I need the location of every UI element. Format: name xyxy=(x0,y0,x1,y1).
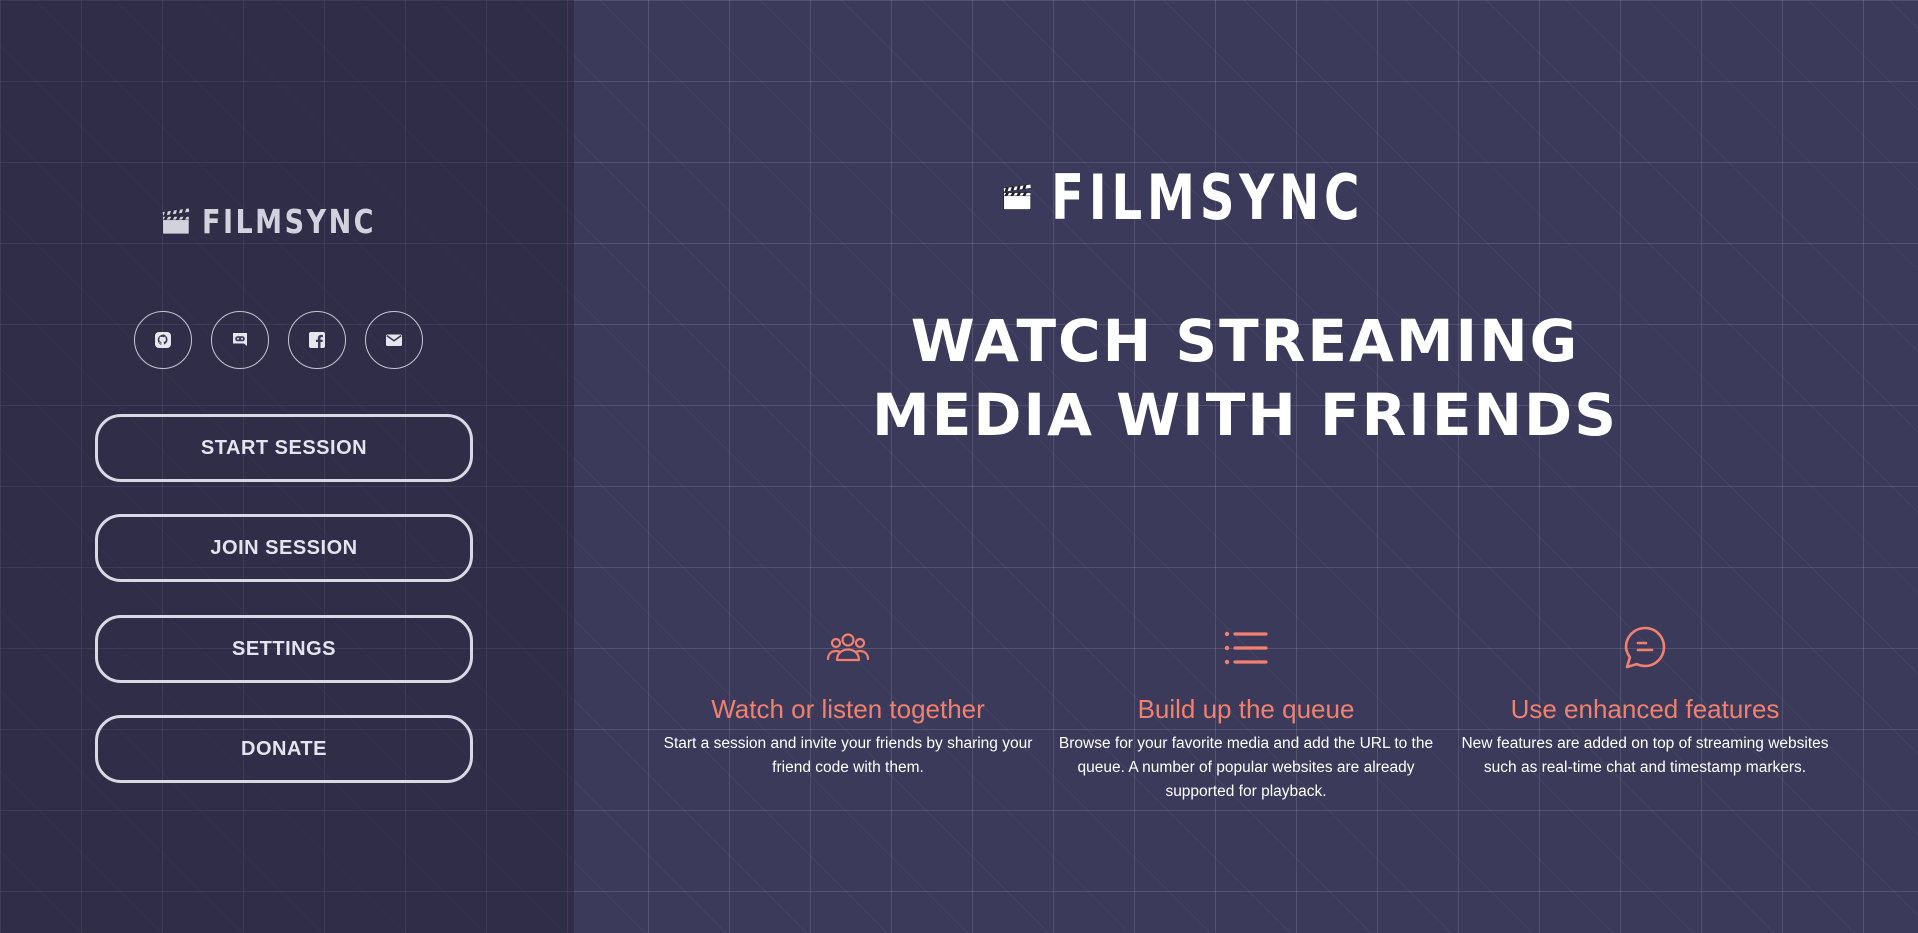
feature-title: Build up the queue xyxy=(1137,694,1355,724)
feature-build-queue: Build up the queue Browse for your favor… xyxy=(1046,622,1446,804)
sidebar-logo[interactable]: FILMSYNC xyxy=(162,186,414,256)
feature-title: Use enhanced features xyxy=(1510,694,1780,724)
social-links xyxy=(134,311,423,369)
hero-logo-text: FILMSYNC xyxy=(1051,160,1365,234)
github-icon xyxy=(155,332,171,348)
sidebar-logo-text: FILMSYNC xyxy=(201,201,376,241)
list-icon xyxy=(1224,631,1268,665)
facebook-icon xyxy=(309,332,325,348)
feature-description: New features are added on top of streami… xyxy=(1461,735,1829,776)
donate-button[interactable]: DONATE xyxy=(95,715,473,783)
discord-button[interactable] xyxy=(211,311,269,369)
clapperboard-icon xyxy=(1003,183,1032,210)
hero-logo: FILMSYNC xyxy=(1003,138,1453,256)
headline-line-2: MEDIA WITH FRIENDS xyxy=(872,381,1618,449)
feature-title: Watch or listen together xyxy=(711,694,985,724)
settings-button[interactable]: SETTINGS xyxy=(95,615,473,683)
headline-line-1: WATCH STREAMING xyxy=(910,307,1580,375)
facebook-button[interactable] xyxy=(288,311,346,369)
users-icon xyxy=(826,633,870,662)
hero-headline: WATCH STREAMING MEDIA WITH FRIENDS xyxy=(780,304,1710,452)
sidebar: FILMSYNC START SESSION JOIN SESSION SETT… xyxy=(0,0,574,933)
start-session-button[interactable]: START SESSION xyxy=(95,414,473,482)
feature-description: Start a session and invite your friends … xyxy=(663,735,1033,776)
feature-enhanced: Use enhanced features New features are a… xyxy=(1445,622,1845,780)
feature-description: Browse for your favorite media and add t… xyxy=(1058,735,1434,800)
github-button[interactable] xyxy=(134,311,192,369)
clapperboard-icon xyxy=(162,207,190,235)
email-button[interactable] xyxy=(365,311,423,369)
chat-bubble-icon xyxy=(1624,626,1666,669)
discord-icon xyxy=(233,333,247,346)
join-session-button[interactable]: JOIN SESSION xyxy=(95,514,473,582)
feature-watch-together: Watch or listen together Start a session… xyxy=(648,622,1048,780)
email-icon xyxy=(386,334,402,346)
